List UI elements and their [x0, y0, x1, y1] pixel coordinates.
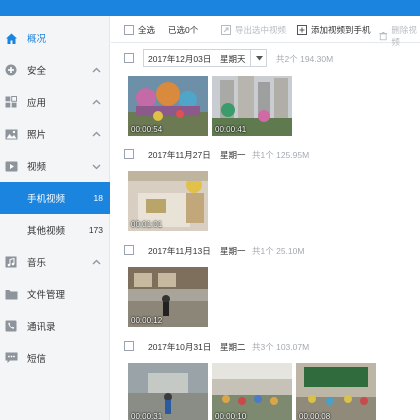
group-header: 2017年11月13日 星期一 共1个 25.10M	[111, 238, 420, 262]
video-list-panel: 全选 已选0个 导出选中视频 添加视频到手机 删除视频 2017年12月03日 …	[111, 16, 420, 420]
caret-down-icon	[256, 55, 263, 60]
video-thumbnail[interactable]: 00:00:31	[128, 363, 208, 420]
video-thumbnail[interactable]: 00:00:41	[212, 76, 292, 136]
shield-plus-icon	[4, 63, 18, 77]
video-thumbnail[interactable]: 00:00:54	[128, 76, 208, 136]
video-thumbnail[interactable]: 00:00:10	[212, 363, 292, 420]
sidebar: 概况 安全 应用 照片 视频 手机视频 18 其他视频 173 音乐 文件管理 …	[0, 16, 110, 420]
group-summary: 共3个 103.07M	[252, 342, 310, 352]
sidebar-item-apps[interactable]: 应用	[0, 86, 110, 118]
group-summary: 共1个 125.95M	[252, 150, 310, 160]
export-label: 导出选中视频	[235, 25, 287, 35]
sms-icon	[4, 351, 18, 365]
photo-icon	[4, 127, 18, 141]
sidebar-item-label: 视频	[27, 162, 47, 173]
count-badge: 173	[88, 225, 103, 235]
video-duration: 00:00:12	[131, 316, 163, 325]
sidebar-item-label: 文件管理	[27, 290, 66, 301]
video-thumbnail[interactable]: 00:00:12	[128, 267, 208, 327]
group-weekday: 星期天	[220, 54, 246, 64]
sidebar-item-phone-videos[interactable]: 手机视频 18	[0, 182, 110, 214]
group-weekday: 星期二	[220, 342, 246, 352]
video-thumbnail[interactable]: 00:01:01	[128, 171, 208, 231]
count-badge: 18	[93, 193, 103, 203]
video-icon	[4, 159, 18, 173]
group-weekday: 星期一	[220, 150, 246, 160]
group-date: 2017年11月27日	[148, 150, 211, 160]
sidebar-item-label: 通讯录	[27, 322, 56, 333]
group-header: 2017年10月31日 星期二 共3个 103.07M	[111, 334, 420, 358]
sidebar-item-label: 短信	[27, 354, 47, 365]
sidebar-item-photos[interactable]: 照片	[0, 118, 110, 150]
group-checkbox[interactable]	[124, 245, 134, 255]
phone-icon	[4, 319, 18, 333]
sidebar-item-overview[interactable]: 概况	[0, 22, 110, 54]
group-checkbox[interactable]	[124, 53, 134, 63]
export-button[interactable]: 导出选中视频	[221, 24, 286, 36]
add-icon	[297, 25, 307, 35]
delete-label: 删除视频	[391, 25, 417, 47]
sidebar-item-label: 其他视频	[27, 226, 66, 237]
video-duration: 00:00:41	[215, 125, 247, 134]
video-duration: 00:00:10	[215, 412, 247, 420]
select-all-checkbox[interactable]: 全选	[124, 24, 155, 36]
toolbar: 全选 已选0个 导出选中视频 添加视频到手机 删除视频	[111, 16, 420, 47]
group-weekday: 星期一	[220, 246, 246, 256]
group-summary: 共1个 25.10M	[252, 246, 305, 256]
chevron-up-icon[interactable]	[92, 66, 101, 75]
sidebar-item-security[interactable]: 安全	[0, 54, 110, 86]
group-checkbox[interactable]	[124, 341, 134, 351]
sidebar-item-label: 手机视频	[27, 194, 66, 205]
sidebar-item-label: 照片	[27, 130, 47, 141]
video-duration: 00:00:31	[131, 412, 163, 420]
video-duration: 00:00:08	[299, 412, 331, 420]
title-bar	[0, 0, 420, 16]
delete-button[interactable]: 删除视频	[379, 24, 420, 48]
sidebar-item-other-videos[interactable]: 其他视频 173	[0, 214, 110, 246]
video-duration: 00:00:54	[131, 125, 163, 134]
video-duration: 00:01:01	[131, 220, 163, 229]
export-icon	[221, 25, 231, 35]
group-header: 2017年11月27日 星期一 共1个 125.95M	[111, 142, 420, 166]
sidebar-item-label: 安全	[27, 66, 47, 77]
sidebar-item-label: 音乐	[27, 258, 47, 269]
folder-icon	[4, 287, 18, 301]
music-icon	[4, 255, 18, 269]
chevron-up-icon[interactable]	[92, 130, 101, 139]
sidebar-item-label: 应用	[27, 98, 47, 109]
chevron-up-icon[interactable]	[92, 98, 101, 107]
apps-grid-icon	[4, 95, 18, 109]
sidebar-item-videos[interactable]: 视频	[0, 150, 110, 182]
sidebar-item-contacts[interactable]: 通讯录	[0, 310, 110, 342]
group-date: 2017年10月31日	[148, 342, 212, 352]
dropdown-button[interactable]	[250, 49, 268, 67]
video-thumbnail[interactable]: 00:00:08	[296, 363, 376, 420]
group-checkbox[interactable]	[124, 149, 134, 159]
group-date: 2017年11月13日	[148, 246, 211, 256]
group-header: 2017年12月03日 星期天 共2个 194.30M	[111, 46, 420, 70]
selected-count-text: 已选0个	[168, 25, 199, 35]
sidebar-item-files[interactable]: 文件管理	[0, 278, 110, 310]
selected-count: 已选0个	[168, 24, 198, 36]
home-icon	[4, 31, 18, 45]
group-date: 2017年12月03日	[148, 54, 212, 64]
chevron-down-icon[interactable]	[92, 162, 101, 171]
add-video-button[interactable]: 添加视频到手机	[297, 24, 371, 36]
checkbox[interactable]	[124, 25, 134, 35]
sidebar-item-label: 概况	[27, 34, 47, 45]
group-summary: 共2个 194.30M	[276, 54, 334, 64]
sidebar-item-sms[interactable]: 短信	[0, 342, 110, 374]
select-all-label: 全选	[138, 25, 156, 35]
trash-icon	[379, 32, 387, 41]
sidebar-item-music[interactable]: 音乐	[0, 246, 110, 278]
chevron-up-icon[interactable]	[92, 258, 101, 267]
add-video-label: 添加视频到手机	[311, 25, 371, 35]
